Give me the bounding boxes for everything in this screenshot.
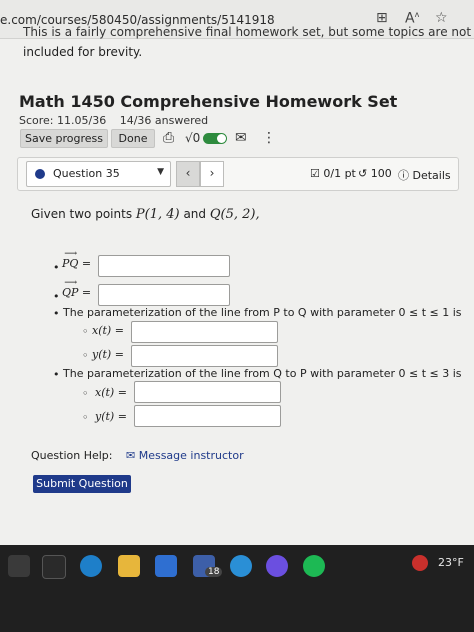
param-q-to-p-text: The parameterization of the line from Q … [63,367,462,380]
y-t-label-1: y(t) = [92,348,124,361]
copilot-icon[interactable] [266,555,288,577]
mail-badge: 18 [205,567,223,577]
score-line: Score: 11.05/36 14/36 answered [19,114,218,127]
equals-sign: = [81,286,92,299]
point-q: Q(5, 2), [209,207,260,222]
pq-answer-input[interactable] [98,255,230,277]
attempts-indicator: ↺ 100 [358,167,392,180]
details-label: Details [412,169,451,182]
app-icon[interactable] [230,555,252,577]
points-text: 0/1 pt [323,167,356,180]
assignment-description: This is a fairly comprehensive final hom… [0,25,474,62]
spotify-icon[interactable] [303,555,325,577]
y-t-input-1[interactable] [131,345,278,367]
chevron-right-icon: › [209,166,215,180]
x-t-label-2: x(t) = [95,386,127,399]
x-t-input-2[interactable] [134,381,281,403]
param-p-to-q-text: The parameterization of the line from P … [63,306,462,319]
file-explorer-icon[interactable] [118,555,140,577]
edge-browser-icon[interactable] [80,555,102,577]
score-text: Score: 11.05/36 [19,114,107,127]
checkbox-icon: ☑ [310,167,320,180]
equals-sign: = [81,257,92,270]
weather-icon[interactable] [412,555,428,571]
details-button[interactable]: ⓘ Details [398,167,451,183]
x-t-label-1: x(t) = [92,324,124,337]
x-t-input-1[interactable] [131,321,278,343]
message-instructor-label: Message instructor [138,449,244,462]
answered-text: 14/36 answered [119,114,209,127]
mail-icon[interactable]: ✉ [235,130,247,146]
sub-bullet: ◦ [82,349,89,362]
question-select-label: Question 35 [53,167,120,180]
pq-vector-label: ⟶ PQ = [62,249,92,270]
bullet: • [53,368,60,381]
math-input-toggle-label: √0 [185,131,201,145]
points-indicator: ☑ 0/1 pt [310,167,356,180]
chevron-left-icon: ‹ [185,166,191,180]
sub-bullet: ◦ [82,387,89,400]
bullet: • [53,290,60,303]
description-line-2: included for brevity. [23,45,143,59]
more-options-icon[interactable]: ⋮ [262,130,276,146]
store-icon[interactable] [155,555,177,577]
question-select[interactable]: Question 35 ▼ [26,161,171,187]
submit-question-button[interactable]: Submit Question [33,475,131,493]
widgets-icon[interactable] [8,555,30,577]
done-button[interactable]: Done [111,129,155,148]
retry-icon: ↺ [358,167,368,180]
weather-temperature[interactable]: 23°F [438,556,464,569]
browser-page: e.com/courses/580450/assignments/5141918… [0,0,474,545]
math-entry-toggle[interactable] [203,133,227,144]
question-help: Question Help: ✉ Message instructor [31,449,244,462]
page-title: Math 1450 Comprehensive Homework Set [19,92,398,111]
sub-bullet: ◦ [82,325,89,338]
qp-vector-label: ⟶ QP = [62,278,92,299]
question-status-dot [35,169,45,179]
help-label: Question Help: [31,449,113,462]
question-bar: Question 35 ▼ ‹ › ☑ 0/1 pt ↺ 100 ⓘ Detai… [17,157,459,191]
y-t-input-2[interactable] [134,405,281,427]
envelope-icon: ✉ [125,449,136,462]
point-p: P(1, 4) [135,207,180,222]
y-t-label-2: y(t) = [95,410,127,423]
save-progress-button[interactable]: Save progress [20,129,108,148]
previous-question-button[interactable]: ‹ [176,161,200,187]
message-instructor-link[interactable]: ✉ Message instructor [126,449,244,462]
print-icon[interactable]: ⎙ [163,130,174,146]
problem-and: and [183,207,207,221]
sub-bullet: ◦ [82,411,89,424]
bullet: • [53,307,60,320]
qp-answer-input[interactable] [98,284,230,306]
task-view-icon[interactable] [42,555,66,579]
info-icon: ⓘ [398,169,409,182]
bullet: • [53,261,60,274]
next-question-button[interactable]: › [200,161,224,187]
attempts-text: 100 [370,167,392,180]
problem-intro: Given two points [31,207,133,221]
problem-statement: Given two points P(1, 4) and Q(5, 2), [31,207,260,222]
caret-down-icon: ▼ [157,167,164,177]
description-line-1: This is a fairly comprehensive final hom… [23,25,472,39]
